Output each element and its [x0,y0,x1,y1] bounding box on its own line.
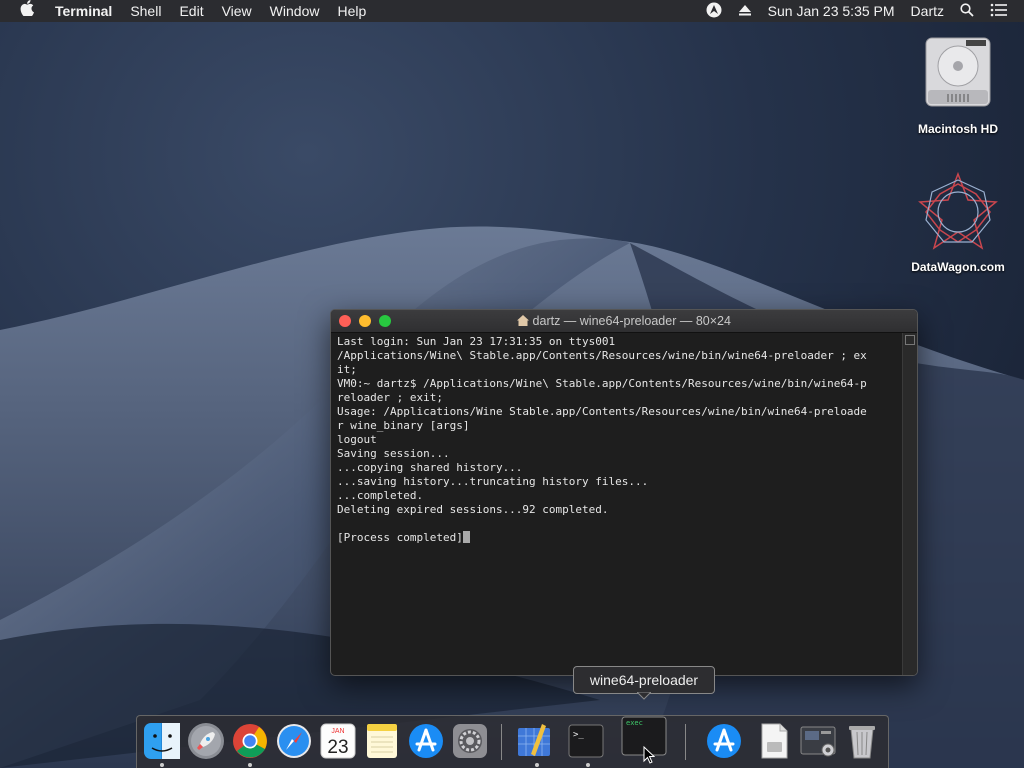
dock-item-notes[interactable] [363,722,401,760]
desktop-icon-datawagon[interactable]: DataWagon.com [903,170,1013,274]
eject-icon[interactable] [730,3,760,20]
desktop-icon-macintosh-hd[interactable]: Macintosh HD [903,34,1013,136]
dock-item-app-store-2[interactable] [705,722,743,760]
dock-running-indicator [160,763,164,767]
dock-item-chrome[interactable] [231,722,269,760]
terminal-line: Deleting expired sessions...92 completed… [337,503,609,516]
mouse-pointer-icon [643,745,656,768]
window-title: dartz — wine64-preloader — 80×24 [331,314,917,328]
terminal-line: [Process completed] [337,531,463,544]
dock: JAN 23 >_ exec [136,715,889,768]
scrollbar-corner-icon [905,335,915,345]
zoom-button[interactable] [379,315,391,327]
terminal-output[interactable]: Last login: Sun Jan 23 17:31:35 on ttys0… [331,333,917,547]
dock-item-terminal[interactable]: >_ [567,722,605,760]
compass-icon [277,724,311,758]
close-button[interactable] [339,315,351,327]
terminal-line: VM0:~ dartz$ /Applications/Wine\ Stable.… [337,377,867,390]
menu-help[interactable]: Help [328,0,375,22]
terminal-window[interactable]: dartz — wine64-preloader — 80×24 Last lo… [330,309,918,676]
calendar-icon: JAN 23 [320,723,356,759]
terminal-line: Usage: /Applications/Wine Stable.app/Con… [337,405,867,418]
dock-separator [501,724,502,760]
menu-shell[interactable]: Shell [121,0,170,22]
dock-item-calendar[interactable]: JAN 23 [319,722,357,760]
clock[interactable]: Sun Jan 23 5:35 PM [760,3,903,19]
terminal-prompt-glyph: >_ [573,730,584,740]
app-store-icon [707,724,741,758]
terminal-line: logout [337,433,377,446]
terminal-line: ...copying shared history... [337,461,523,474]
exec-label: exec [626,719,643,727]
calendar-day: 23 [327,737,348,758]
terminal-line: ...saving history...truncating history f… [337,475,649,488]
hard-drive-icon [922,34,994,110]
dock-item-document[interactable] [755,722,793,760]
terminal-line: Saving session... [337,447,450,460]
desktop-icon-label: DataWagon.com [911,260,1005,274]
trash-icon [849,726,875,759]
user-menu[interactable]: Dartz [903,3,952,19]
dock-tooltip: wine64-preloader [573,666,715,694]
dock-item-launchpad[interactable] [187,722,225,760]
spotlight-search-icon[interactable] [952,2,982,20]
menu-extras: Sun Jan 23 5:35 PM Dartz [698,0,1016,22]
calendar-month: JAN [331,728,344,735]
dock-item-blueprint-app[interactable] [515,722,553,760]
menu-window[interactable]: Window [261,0,329,22]
rocket-icon [188,723,224,759]
notes-icon [367,724,397,758]
dock-running-indicator [586,763,590,767]
dock-running-indicator [535,763,539,767]
tooltip-arrow-icon [637,692,651,700]
menu-app-terminal[interactable]: Terminal [46,0,121,22]
dock-item-safari[interactable] [275,722,313,760]
home-icon [517,314,532,328]
dock-item-app-store[interactable] [407,722,445,760]
dock-item-system-preferences[interactable] [451,722,489,760]
screenshot-icon [800,726,836,757]
dock-running-indicator [248,763,252,767]
menu-view[interactable]: View [213,0,261,22]
finder-icon [144,723,180,759]
dock-item-finder[interactable] [143,722,181,760]
window-title-text: dartz — wine64-preloader — 80×24 [532,314,731,328]
accessibility-icon[interactable] [698,2,730,21]
chrome-icon [233,724,267,758]
star-polygon-icon [916,170,1000,254]
text-cursor [462,531,470,543]
document-icon [761,723,788,759]
notification-center-icon[interactable] [982,3,1016,20]
terminal-line: Last login: Sun Jan 23 17:31:35 on ttys0… [337,335,616,348]
dock-separator [685,724,686,760]
terminal-line: r wine_binary [args] [337,419,470,432]
gear-icon [453,724,487,758]
terminal-line: reloader ; exit; [337,391,443,404]
dock-item-screenshot[interactable] [799,722,837,760]
blueprint-icon [518,724,550,756]
desktop-icon-label: Macintosh HD [917,122,998,136]
dock-item-trash[interactable] [843,722,881,760]
apple-menu-icon[interactable] [0,0,46,22]
terminal-line: /Applications/Wine\ Stable.app/Contents/… [337,349,867,362]
app-store-icon [409,724,443,758]
terminal-line: it; [337,363,357,376]
terminal-icon: >_ [568,724,604,758]
terminal-titlebar[interactable]: dartz — wine64-preloader — 80×24 [331,310,917,333]
minimize-button[interactable] [359,315,371,327]
menu-bar: Terminal Shell Edit View Window Help Sun… [0,0,1024,22]
terminal-scrollbar[interactable] [902,333,917,675]
terminal-line: ...completed. [337,489,424,502]
menu-edit[interactable]: Edit [170,0,212,22]
